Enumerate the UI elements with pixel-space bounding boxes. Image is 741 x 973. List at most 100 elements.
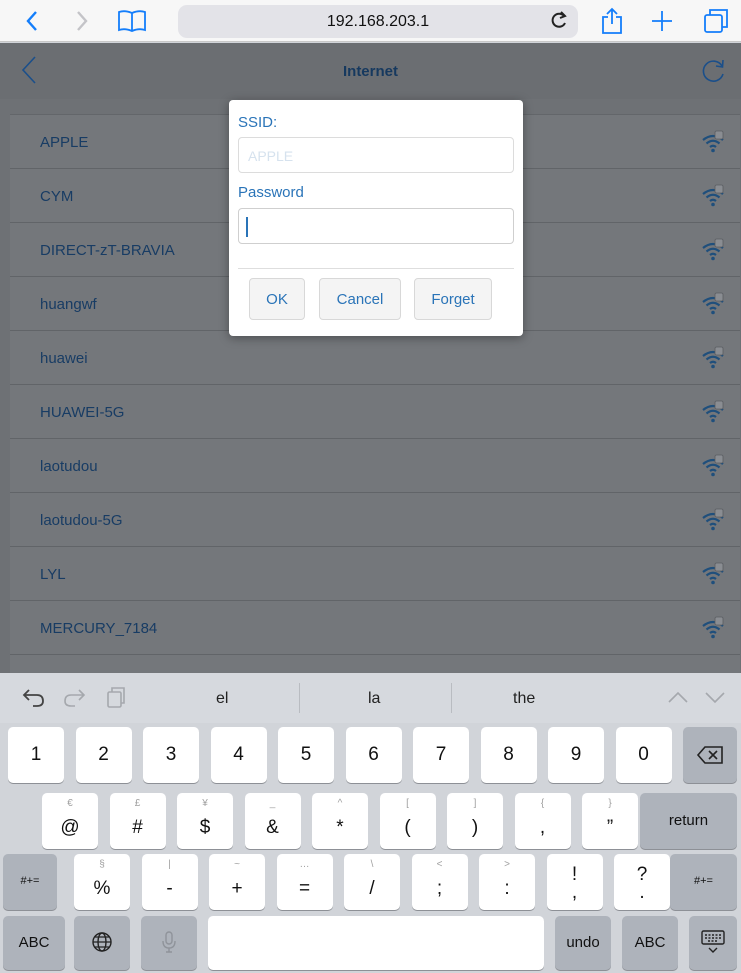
key-2[interactable]: 2	[75, 727, 132, 783]
key-symbol[interactable]: ?.	[614, 854, 670, 910]
new-tab-icon[interactable]	[646, 5, 678, 37]
abc-key-left[interactable]: ABC	[3, 916, 65, 970]
key-0[interactable]: 0	[615, 727, 672, 783]
tabs-icon[interactable]	[700, 5, 732, 37]
key-label: 0	[638, 744, 649, 765]
share-icon[interactable]	[596, 5, 628, 37]
wifi-signal-icon	[700, 615, 726, 641]
network-row[interactable]: laotudou-5G	[10, 493, 740, 547]
backspace-icon	[683, 745, 737, 765]
key-symbol[interactable]: §%	[74, 854, 130, 910]
reload-icon[interactable]	[550, 10, 568, 35]
key-symbol[interactable]: € @	[42, 793, 98, 849]
key-symbol[interactable]: >:	[479, 854, 535, 910]
key-alt-char: }	[608, 798, 612, 809]
ok-button[interactable]: OK	[249, 278, 305, 320]
suggestion-3[interactable]: the	[513, 690, 535, 708]
app-header: Internet	[0, 43, 741, 99]
wifi-signal-icon	[700, 345, 726, 371]
key-label: 8	[503, 744, 514, 765]
ssid-field[interactable]: APPLE	[238, 137, 514, 173]
key-label: %	[93, 878, 111, 899]
bookmarks-icon[interactable]	[116, 5, 148, 37]
network-row[interactable]: LYL	[10, 547, 740, 601]
on-screen-keyboard: el la the 1 2 3 4 5 6 7 8 9 0 € @ £ # ¥ $ _ & ^ *[(]){,}” re…	[0, 673, 741, 973]
network-row[interactable]: MERCURY_7184	[10, 601, 740, 655]
key-symbol[interactable]: | -	[141, 854, 198, 910]
text-cursor	[246, 217, 248, 237]
symbols-key-left[interactable]: #+=	[3, 854, 57, 910]
hide-keyboard-key[interactable]	[689, 916, 737, 970]
key-symbol[interactable]: ])	[447, 793, 503, 849]
key-8[interactable]: 8	[480, 727, 537, 783]
symbols-key-right[interactable]: #+=	[670, 854, 737, 910]
abc-key-right[interactable]: ABC	[622, 916, 678, 970]
key-symbol[interactable]: _ &	[244, 793, 301, 849]
key-symbol[interactable]: … =	[276, 854, 333, 910]
key-5[interactable]: 5	[278, 727, 334, 783]
address-bar[interactable]: 192.168.203.1	[178, 5, 578, 38]
network-row-partial[interactable]	[10, 655, 740, 673]
globe-key[interactable]	[74, 916, 130, 970]
redo-icon[interactable]	[62, 685, 88, 711]
key-label: 7	[435, 744, 447, 765]
key-label: 6	[368, 744, 379, 765]
key-symbol[interactable]: !,	[546, 854, 603, 910]
key-1[interactable]: 1	[8, 727, 64, 783]
key-symbol[interactable]: ¥ $	[177, 793, 233, 849]
key-label: ABC	[18, 934, 50, 951]
key-alt-char: >	[504, 859, 510, 870]
return-key[interactable]: return	[640, 793, 737, 849]
wifi-signal-icon	[700, 291, 726, 317]
network-name: laotudou-5G	[40, 512, 123, 529]
url-text: 192.168.203.1	[326, 13, 430, 30]
undo-key[interactable]: undo	[555, 916, 611, 970]
key-label: /	[369, 878, 375, 899]
dictation-key[interactable]	[141, 916, 197, 970]
key-4[interactable]: 4	[210, 727, 267, 783]
key-symbol[interactable]: \ /	[344, 854, 400, 910]
paste-icon[interactable]	[104, 685, 130, 711]
space-bar[interactable]	[208, 916, 544, 970]
key-alt-char: ~	[234, 859, 240, 870]
key-7[interactable]: 7	[413, 727, 469, 783]
key-label: -	[166, 878, 173, 899]
network-name: MERCURY_7184	[40, 620, 158, 637]
microphone-icon	[141, 930, 197, 954]
page-title: Internet	[342, 63, 398, 80]
key-label: 4	[233, 744, 244, 765]
key-alt-char: {	[540, 798, 545, 809]
key-alt-char: £	[134, 798, 141, 809]
undo-icon[interactable]	[22, 685, 48, 711]
password-field[interactable]	[238, 208, 514, 244]
delete-key[interactable]	[683, 727, 737, 783]
cancel-button[interactable]: Cancel	[319, 278, 401, 320]
key-symbol[interactable]: £ #	[109, 793, 166, 849]
network-row[interactable]: huawei	[10, 331, 740, 385]
chevron-up-icon[interactable]	[666, 685, 692, 711]
key-label: 1	[30, 744, 42, 765]
key-symbol[interactable]: ^ *	[312, 793, 368, 849]
refresh-icon[interactable]	[699, 57, 727, 85]
suggestion-1[interactable]: el	[216, 690, 228, 708]
network-row[interactable]: laotudou	[10, 439, 740, 493]
key-label: )	[471, 817, 479, 838]
chevron-down-icon[interactable]	[703, 685, 729, 711]
back-icon[interactable]	[16, 5, 48, 37]
key-symbol[interactable]: [(	[379, 793, 436, 849]
key-sub-char: ,	[571, 882, 578, 903]
network-row[interactable]: HUAWEI-5G	[10, 385, 740, 439]
key-symbol[interactable]: {,	[514, 793, 571, 849]
key-3[interactable]: 3	[143, 727, 199, 783]
key-6[interactable]: 6	[345, 727, 402, 783]
forget-button[interactable]: Forget	[414, 278, 492, 320]
key-label: ;	[436, 878, 443, 899]
suggestion-2[interactable]: la	[368, 690, 380, 708]
key-symbol[interactable]: <;	[411, 854, 468, 910]
key-label: ,	[539, 817, 546, 838]
forward-icon[interactable]	[66, 5, 98, 37]
key-symbol[interactable]: }”	[582, 793, 638, 849]
key-9[interactable]: 9	[548, 727, 604, 783]
key-symbol[interactable]: ~ +	[209, 854, 265, 910]
network-name: huawei	[40, 350, 88, 367]
